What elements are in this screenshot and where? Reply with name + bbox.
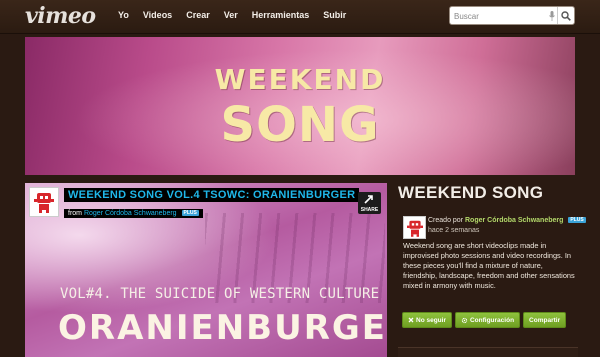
nav-item-herramientas[interactable]: Herramientas <box>252 10 310 20</box>
search-button[interactable] <box>557 7 574 24</box>
channel-description: Weekend song are short videoclips made i… <box>403 241 575 290</box>
author-avatar[interactable] <box>29 187 59 217</box>
plus-badge: PLUS <box>181 210 199 216</box>
video-big-title: ORANIENBURGER <box>58 308 387 348</box>
nav-item-subir[interactable]: Subir <box>323 10 346 20</box>
share-button[interactable]: SHARE <box>358 192 381 214</box>
unfollow-label: No seguir <box>416 316 446 324</box>
share-channel-label: Compartir <box>529 316 561 324</box>
channel-banner: WEEKEND SONG <box>25 37 575 175</box>
settings-button[interactable]: Configuración <box>454 312 521 328</box>
search-box <box>449 6 575 25</box>
gear-icon <box>461 317 468 323</box>
microphone-icon[interactable] <box>549 11 555 21</box>
unfollow-button[interactable]: No seguir <box>402 312 452 328</box>
banner-title-line1: WEEKEND <box>214 63 386 96</box>
robot-avatar-icon <box>406 220 423 237</box>
top-navigation-bar: vimeo Yo Videos Crear Ver Herramientas S… <box>0 0 600 34</box>
created-time: hace 2 semanas <box>428 227 480 234</box>
video-subtitle-text: VOL#4. THE SUICIDE OF WESTERN CULTURE <box>60 286 380 302</box>
share-icon <box>364 195 373 204</box>
close-icon <box>408 317 414 323</box>
search-icon <box>561 10 571 21</box>
video-byline: from Roger Córdoba Schwaneberg PLUS <box>64 209 203 218</box>
nav-item-crear[interactable]: Crear <box>186 10 210 20</box>
nav-item-videos[interactable]: Videos <box>143 10 172 20</box>
video-player[interactable]: WEEKEND SONG VOL.4 TSOWC: ORANIENBURGER … <box>25 183 387 357</box>
nav-item-yo[interactable]: Yo <box>118 10 129 20</box>
next-section-divider <box>398 347 578 357</box>
robot-avatar-icon <box>34 193 54 213</box>
from-label: from <box>68 210 82 217</box>
share-label: SHARE <box>360 207 379 213</box>
channel-info-panel: WEEKEND SONG Creado por Roger Córdoba Sc… <box>398 183 586 328</box>
channel-actions: No seguir Configuración Compartir <box>402 312 567 328</box>
share-channel-button[interactable]: Compartir <box>523 312 567 328</box>
created-by-line: Creado por Roger Córdoba Schwaneberg PLU… <box>428 217 586 224</box>
search-input[interactable] <box>454 9 546 23</box>
settings-label: Configuración <box>469 316 515 324</box>
author-link[interactable]: Roger Córdoba Schwaneberg <box>84 210 177 217</box>
created-by-label: Creado por <box>428 217 464 224</box>
owner-link[interactable]: Roger Córdoba Schwaneberg <box>465 217 563 224</box>
nav-item-ver[interactable]: Ver <box>224 10 238 20</box>
channel-title: WEEKEND SONG <box>398 183 544 202</box>
owner-avatar[interactable] <box>403 216 426 239</box>
vimeo-logo[interactable]: vimeo <box>25 3 96 29</box>
plus-badge: PLUS <box>568 217 586 223</box>
main-nav: Yo Videos Crear Ver Herramientas Subir <box>118 10 360 20</box>
video-title[interactable]: WEEKEND SONG VOL.4 TSOWC: ORANIENBURGER <box>64 188 360 202</box>
banner-title-line2: SONG <box>220 97 380 153</box>
